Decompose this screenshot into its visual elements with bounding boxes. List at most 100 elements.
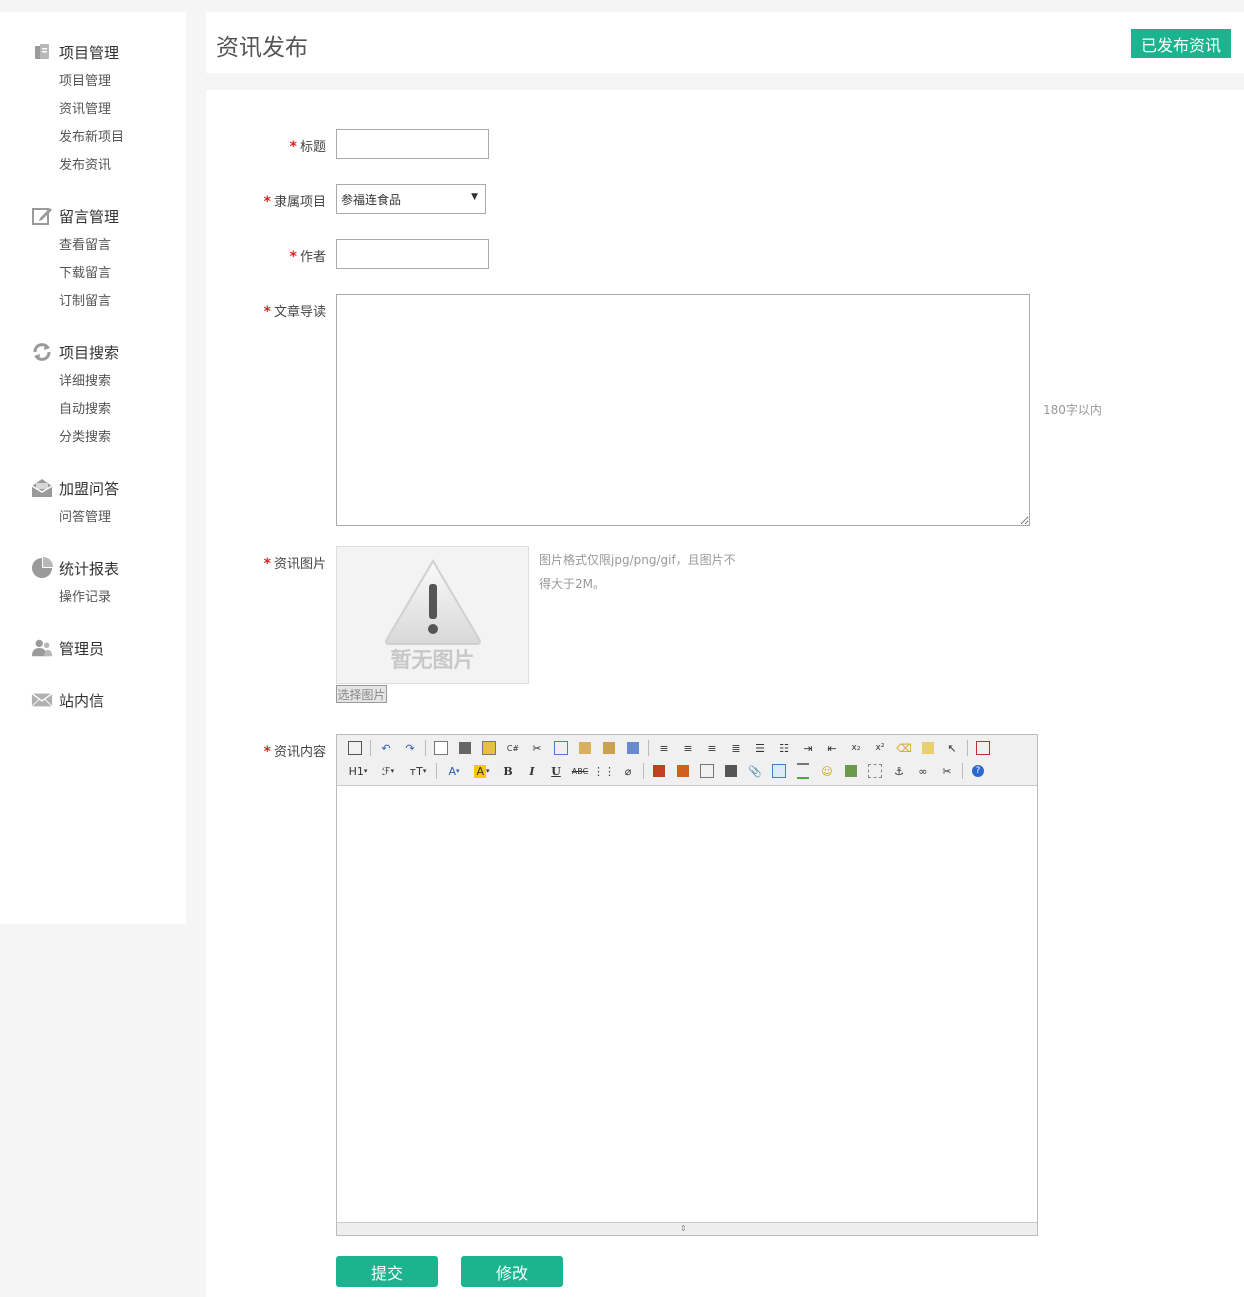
users-icon [31, 637, 53, 659]
resize-handle-icon[interactable]: ⇕ [680, 1223, 687, 1235]
sidebar-item-news-manage[interactable]: 资讯管理 [59, 98, 111, 117]
flash-icon[interactable] [697, 762, 717, 780]
code-icon[interactable]: C# [503, 739, 523, 757]
print-icon[interactable] [455, 739, 475, 757]
clear-format-icon[interactable]: ⌫ [894, 739, 914, 757]
content-label: * 资讯内容 [263, 744, 326, 760]
menu-group-title-stats[interactable]: 统计报表 [31, 556, 119, 580]
font-family-dropdown[interactable]: ℱ ▾ [375, 762, 401, 780]
horizontal-rule-icon[interactable] [793, 762, 813, 780]
main-panel: * 标题 * 隶属项目 参福连食品 ▼ * 作者 * 文章导读 180字以内 * 资讯图片 [206, 90, 1244, 1297]
sidebar-item-publish-news[interactable]: 发布资讯 [59, 154, 111, 173]
sidebar-item-project-manage[interactable]: 项目管理 [59, 70, 111, 89]
media-icon[interactable] [721, 762, 741, 780]
project-select[interactable]: 参福连食品 ▼ [336, 184, 486, 214]
source-icon[interactable] [345, 739, 365, 757]
image-manager-icon[interactable] [841, 762, 861, 780]
menu-group-title-project[interactable]: 项目管理 [31, 40, 119, 64]
menu-group-label: 加盟问答 [59, 479, 120, 498]
unordered-list-icon[interactable]: ☷ [774, 739, 794, 757]
bold-button[interactable]: B [498, 762, 518, 780]
edit-icon [31, 205, 53, 227]
toolbar-separator [962, 763, 963, 779]
editor-content-area[interactable] [337, 786, 1037, 1222]
menu-group-label: 统计报表 [59, 559, 120, 578]
align-center-icon[interactable]: ≡ [678, 739, 698, 757]
menu-group-title-search[interactable]: 项目搜索 [31, 340, 119, 364]
author-input[interactable] [336, 239, 489, 269]
table-icon[interactable] [769, 762, 789, 780]
highlight-color-button[interactable]: A ▾ [470, 762, 494, 780]
font-color-button[interactable]: A ▾ [442, 762, 466, 780]
no-image-text: 暂无图片 [390, 648, 475, 672]
font-size-dropdown[interactable]: тT ▾ [405, 762, 431, 780]
indent-icon[interactable]: ⇥ [798, 739, 818, 757]
summary-hint: 180字以内 [1043, 403, 1102, 417]
editor-resize-bar[interactable]: ⇕ [337, 1222, 1037, 1235]
sidebar-item-qa-manage[interactable]: 问答管理 [59, 506, 111, 525]
eraser-icon[interactable]: ⌀ [618, 762, 638, 780]
help-icon[interactable]: ? [968, 762, 988, 780]
template-icon[interactable] [479, 739, 499, 757]
align-right-icon[interactable]: ≡ [702, 739, 722, 757]
envelope-icon [31, 689, 53, 711]
published-news-button[interactable]: 已发布资讯 [1131, 29, 1231, 58]
paste-word-icon[interactable] [623, 739, 643, 757]
link-icon[interactable]: ∞ [913, 762, 933, 780]
subscript-icon[interactable]: x₂ [846, 739, 866, 757]
heading-dropdown[interactable]: H1 ▾ [345, 762, 371, 780]
italic-button[interactable]: I [522, 762, 542, 780]
copy-icon[interactable] [551, 739, 571, 757]
paste-text-icon[interactable] [599, 739, 619, 757]
attachment-icon[interactable]: 📎 [745, 762, 765, 780]
menu-group-title-inbox[interactable]: 站内信 [31, 688, 104, 712]
menu-group-title-messages[interactable]: 留言管理 [31, 204, 119, 228]
redo-icon[interactable]: ↷ [400, 739, 420, 757]
cut-icon[interactable]: ✂ [527, 739, 547, 757]
preview-icon[interactable] [431, 739, 451, 757]
image-preview: 暂无图片 [336, 546, 529, 684]
pointer-icon[interactable]: ↖ [942, 739, 962, 757]
menu-group-label: 留言管理 [59, 207, 120, 226]
sidebar-item-operation-log[interactable]: 操作记录 [59, 586, 111, 605]
summary-textarea[interactable] [336, 294, 1030, 526]
dropdown-arrow-icon: ▼ [471, 192, 478, 202]
author-label: * 作者 [289, 249, 326, 265]
strikethrough-button[interactable]: ABC [570, 762, 590, 780]
superscript-icon[interactable]: x² [870, 739, 890, 757]
sidebar-item-view-messages[interactable]: 查看留言 [59, 234, 111, 253]
underline-button[interactable]: U [546, 762, 566, 780]
line-height-icon[interactable]: ⋮⋮ [593, 762, 615, 780]
sidebar-item-detail-search[interactable]: 详细搜索 [59, 370, 111, 389]
outdent-icon[interactable]: ⇤ [822, 739, 842, 757]
modify-button[interactable]: 修改 [461, 1256, 563, 1287]
required-mark: * [289, 249, 297, 265]
emoticon-icon[interactable]: ☺ [817, 762, 837, 780]
undo-icon[interactable]: ↶ [376, 739, 396, 757]
insert-image-icon[interactable] [649, 762, 669, 780]
sidebar-item-new-project[interactable]: 发布新项目 [59, 126, 124, 145]
align-left-icon[interactable]: ≡ [654, 739, 674, 757]
submit-button[interactable]: 提交 [336, 1256, 438, 1287]
select-all-icon[interactable] [918, 739, 938, 757]
anchor-icon[interactable]: ⚓ [889, 762, 909, 780]
toolbar-separator [967, 740, 968, 756]
title-input[interactable] [336, 129, 489, 159]
sidebar-item-subscribe-messages[interactable]: 订制留言 [59, 290, 111, 309]
ordered-list-icon[interactable]: ☰ [750, 739, 770, 757]
menu-group-label: 站内信 [59, 691, 105, 710]
page-break-icon[interactable] [865, 762, 885, 780]
menu-group-title-qa[interactable]: 加盟问答 [31, 476, 119, 500]
menu-group-title-admin[interactable]: 管理员 [31, 636, 104, 660]
multi-image-icon[interactable] [673, 762, 693, 780]
sidebar-item-auto-search[interactable]: 自动搜索 [59, 398, 111, 417]
fullscreen-icon[interactable] [973, 739, 993, 757]
pie-chart-icon [31, 557, 53, 579]
align-justify-icon[interactable]: ≣ [726, 739, 746, 757]
unlink-icon[interactable]: ✂ [937, 762, 957, 780]
paste-icon[interactable] [575, 739, 595, 757]
choose-image-button[interactable]: 选择图片 [336, 685, 387, 703]
toolbar-row-2: H1 ▾ ℱ ▾ тT ▾ A ▾ A ▾ B I U ABC ⋮⋮ ⌀ 📎 ☺… [345, 761, 992, 781]
sidebar-item-download-messages[interactable]: 下载留言 [59, 262, 111, 281]
sidebar-item-category-search[interactable]: 分类搜索 [59, 426, 111, 445]
